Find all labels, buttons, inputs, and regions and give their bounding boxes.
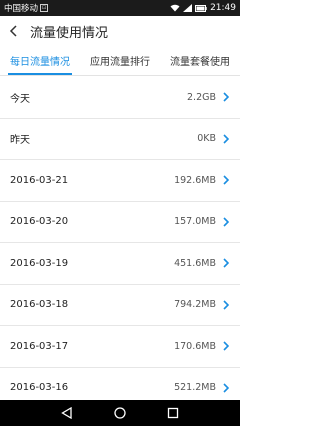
list-item[interactable]: 2016-03-18 794.2MB xyxy=(0,285,240,326)
list-item[interactable]: 昨天 0KB xyxy=(0,119,240,160)
row-usage: 794.2MB xyxy=(174,299,216,311)
list-item[interactable]: 今天 2.2GB xyxy=(0,77,240,119)
chevron-right-icon xyxy=(222,383,230,393)
nav-home-button[interactable] xyxy=(112,405,128,421)
list-item[interactable]: 2016-03-17 170.6MB xyxy=(0,326,240,368)
app-header: 流量使用情况 xyxy=(0,16,240,46)
tab-plan-usage[interactable]: 流量套餐使用 xyxy=(160,46,240,75)
back-button[interactable] xyxy=(2,16,24,46)
row-date: 2016-03-17 xyxy=(10,340,69,352)
status-icons: 21:49 xyxy=(170,3,236,13)
chevron-right-icon xyxy=(222,341,230,351)
chevron-left-icon xyxy=(9,25,17,37)
chevron-right-icon xyxy=(222,175,230,185)
sim-icon: ⊡ xyxy=(40,4,49,12)
clock: 21:49 xyxy=(210,3,236,13)
row-usage: 2.2GB xyxy=(187,91,216,103)
chevron-right-icon xyxy=(222,134,230,144)
signal-icon xyxy=(183,4,193,12)
list-item[interactable]: 2016-03-20 157.0MB xyxy=(0,202,240,243)
list-item[interactable]: 2016-03-16 521.2MB xyxy=(0,368,240,401)
nav-back-button[interactable] xyxy=(59,405,75,421)
usage-list: 今天 2.2GB 昨天 0KB 2016-03-21 192.6MB 2016-… xyxy=(0,77,240,400)
row-date: 2016-03-20 xyxy=(10,216,69,228)
square-recents-icon xyxy=(168,407,179,419)
chevron-right-icon xyxy=(222,300,230,310)
wifi-icon xyxy=(170,4,180,12)
list-item[interactable]: 2016-03-21 192.6MB xyxy=(0,160,240,202)
row-usage: 521.2MB xyxy=(174,382,216,394)
row-date: 昨天 xyxy=(10,135,30,147)
chevron-right-icon xyxy=(222,258,230,268)
status-bar: 中国移动 ⊡ 21:49 xyxy=(0,0,240,16)
row-usage: 192.6MB xyxy=(174,174,216,186)
carrier: 中国移动 ⊡ xyxy=(4,2,49,14)
row-date: 今天 xyxy=(10,93,30,105)
nav-recents-button[interactable] xyxy=(165,405,181,421)
row-date: 2016-03-16 xyxy=(10,382,69,394)
page-title: 流量使用情况 xyxy=(30,25,109,41)
triangle-back-icon xyxy=(60,407,72,419)
row-usage: 157.0MB xyxy=(174,216,216,228)
row-usage: 0KB xyxy=(197,133,216,145)
row-usage: 170.6MB xyxy=(174,340,216,352)
tab-daily-usage[interactable]: 每日流量情况 xyxy=(0,46,80,75)
chevron-right-icon xyxy=(222,217,230,227)
tab-bar: 每日流量情况 应用流量排行 流量套餐使用 xyxy=(0,46,240,76)
system-nav-bar xyxy=(0,400,240,426)
row-date: 2016-03-21 xyxy=(10,174,69,186)
carrier-name: 中国移动 xyxy=(4,4,39,14)
battery-icon xyxy=(195,4,207,12)
list-item[interactable]: 2016-03-19 451.6MB xyxy=(0,243,240,285)
circle-home-icon xyxy=(114,407,126,419)
tab-app-ranking[interactable]: 应用流量排行 xyxy=(80,46,160,75)
row-usage: 451.6MB xyxy=(174,257,216,269)
chevron-right-icon xyxy=(222,92,230,102)
row-date: 2016-03-19 xyxy=(10,257,69,269)
row-date: 2016-03-18 xyxy=(10,299,69,311)
